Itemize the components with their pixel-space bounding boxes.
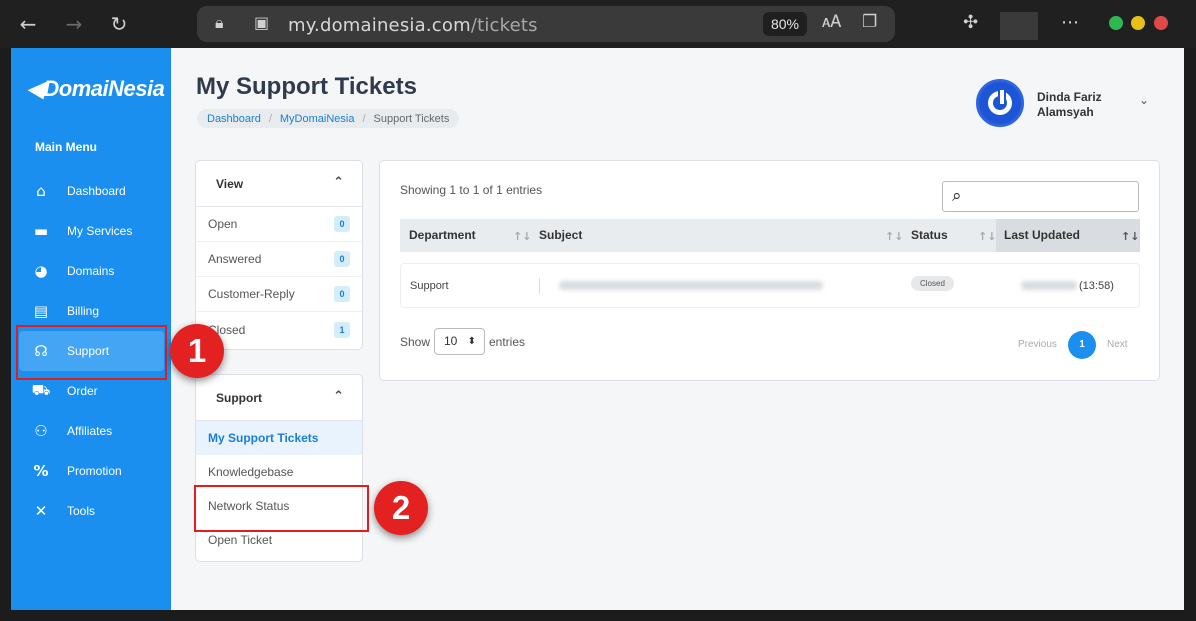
count-badge: 0 <box>334 286 350 302</box>
main-menu-title: Main Menu <box>35 140 97 154</box>
search-icon: ⌕ <box>952 186 962 206</box>
percent-icon: % <box>33 462 49 480</box>
page-1-button[interactable]: 1 <box>1068 331 1096 359</box>
back-icon[interactable]: ← <box>14 10 42 38</box>
breadcrumb-separator: / <box>268 112 272 125</box>
view-panel-header[interactable]: View ⌃ <box>196 161 362 207</box>
sidebar-item-affiliates[interactable]: ⚇ Affiliates <box>19 411 164 451</box>
support-panel-header[interactable]: Support ⌃ <box>196 375 362 421</box>
table-header: Department ↑↓ Subject ↑↓ Status ↑↓ Last … <box>400 219 1140 252</box>
lock-icon[interactable]: 🔒︎ <box>215 13 224 33</box>
row-time: (13:58) <box>1079 280 1114 292</box>
row-department: Support <box>410 280 449 292</box>
url-text[interactable]: my.domainesia.com/tickets <box>288 15 538 36</box>
zoom-level[interactable]: 80% <box>763 12 807 36</box>
sort-desc-icon[interactable]: ↑↓ <box>1121 219 1139 254</box>
highlight-box-network-status <box>194 485 369 532</box>
tools-icon: ✕ <box>34 502 48 520</box>
breadcrumb: Dashboard / MyDomaiNesia / Support Ticke… <box>197 109 460 128</box>
sort-icon[interactable]: ↑↓ <box>885 219 903 254</box>
reload-icon[interactable]: ↻ <box>105 10 133 38</box>
sidebar-item-my-services[interactable]: ▬ My Services <box>19 211 164 251</box>
browser-toolbar: ← → ↻ 🔒︎ ▣ my.domainesia.com/tickets 80%… <box>0 0 1196 48</box>
more-icon[interactable]: ⋯ <box>1061 12 1079 33</box>
server-icon: ▬ <box>33 222 49 240</box>
entries-label: entries <box>489 335 526 349</box>
chevron-up-icon[interactable]: ⌃ <box>333 389 344 404</box>
highlight-box-support <box>16 325 167 380</box>
page: ◀DomaiNesia Main Menu ⌂ Dashboard ▬ My Ser… <box>11 48 1184 610</box>
sidebar-item-domains[interactable]: ◕ Domains <box>19 251 164 291</box>
chevron-up-icon[interactable]: ⌃ <box>333 175 344 190</box>
select-arrows-icon: ⬍ <box>467 336 476 347</box>
extensions-icon[interactable]: ✣ <box>963 12 978 33</box>
support-panel-title: Support <box>216 390 262 405</box>
previous-button[interactable]: Previous <box>1018 339 1057 350</box>
view-panel-title: View <box>216 176 244 191</box>
view-item-customer-reply[interactable]: Customer-Reply 0 <box>196 277 362 312</box>
column-subject[interactable]: Subject <box>539 219 582 252</box>
site-settings-icon[interactable]: ▣ <box>254 13 269 32</box>
sort-icon[interactable]: ↑↓ <box>513 219 531 254</box>
support-panel: Support ⌃ My Support Tickets Knowledgeba… <box>195 374 363 562</box>
status-badge: Closed <box>911 276 954 291</box>
globe-icon: ◕ <box>34 262 48 280</box>
breadcrumb-mydomainesia[interactable]: MyDomaiNesia <box>280 113 355 125</box>
translate-icon[interactable]: 🗚 <box>822 12 841 32</box>
view-panel: View ⌃ Open 0 Answered 0 Customer-Reply … <box>195 160 363 350</box>
count-badge: 0 <box>334 216 350 232</box>
handshake-icon: ⚇ <box>34 422 48 440</box>
next-button[interactable]: Next <box>1107 339 1128 350</box>
support-item-my-tickets[interactable]: My Support Tickets <box>196 421 362 455</box>
show-label: Show <box>400 335 431 349</box>
view-item-answered[interactable]: Answered 0 <box>196 242 362 277</box>
tickets-card: Showing 1 to 1 of 1 entries ⌕ Department… <box>379 160 1160 381</box>
receipt-icon: ▤ <box>33 302 49 320</box>
column-last-updated[interactable]: Last Updated <box>1004 219 1080 252</box>
forward-icon[interactable]: → <box>60 10 88 38</box>
minimize-button[interactable] <box>1109 16 1123 30</box>
sort-icon[interactable]: ↑↓ <box>978 219 996 254</box>
chevron-down-icon[interactable]: ⌄ <box>1139 93 1149 107</box>
count-badge: 1 <box>334 321 350 338</box>
column-department[interactable]: Department <box>409 219 476 252</box>
step-marker-1: 1 <box>170 324 224 378</box>
date-redacted <box>1021 281 1077 290</box>
close-button[interactable] <box>1154 16 1168 30</box>
sidebar-item-promotion[interactable]: % Promotion <box>19 451 164 491</box>
support-item-knowledgebase[interactable]: Knowledgebase <box>196 455 362 489</box>
breadcrumb-separator: / <box>362 112 366 125</box>
avatar[interactable] <box>976 79 1024 127</box>
reading-list-icon[interactable]: ❐ <box>862 12 877 32</box>
address-bar[interactable]: 🔒︎ ▣ my.domainesia.com/tickets 80% 🗚 ❐ <box>197 6 895 42</box>
view-item-open[interactable]: Open 0 <box>196 207 362 242</box>
page-title: My Support Tickets <box>196 73 417 100</box>
breadcrumb-current: Support Tickets <box>373 112 450 125</box>
page-size-select[interactable]: 10 ⬍ <box>434 328 485 355</box>
step-marker-2: 2 <box>374 481 428 535</box>
profile-block[interactable] <box>1000 12 1038 40</box>
search-input[interactable]: ⌕ <box>942 181 1139 212</box>
user-name[interactable]: Dinda Fariz Alamsyah <box>1037 90 1137 120</box>
table-row[interactable]: Support Closed (13:58) <box>400 263 1140 308</box>
sidebar-item-tools[interactable]: ✕ Tools <box>19 491 164 531</box>
home-icon: ⌂ <box>36 182 46 200</box>
column-status[interactable]: Status <box>911 219 948 252</box>
maximize-button[interactable] <box>1131 16 1145 30</box>
subject-redacted[interactable] <box>559 281 823 290</box>
logo[interactable]: ◀DomaiNesia <box>27 76 165 102</box>
entries-info: Showing 1 to 1 of 1 entries <box>400 183 543 197</box>
sidebar-item-dashboard[interactable]: ⌂ Dashboard <box>19 171 164 211</box>
breadcrumb-dashboard[interactable]: Dashboard <box>207 113 261 125</box>
cart-icon: ⛟ <box>31 381 51 399</box>
count-badge: 0 <box>334 251 350 267</box>
